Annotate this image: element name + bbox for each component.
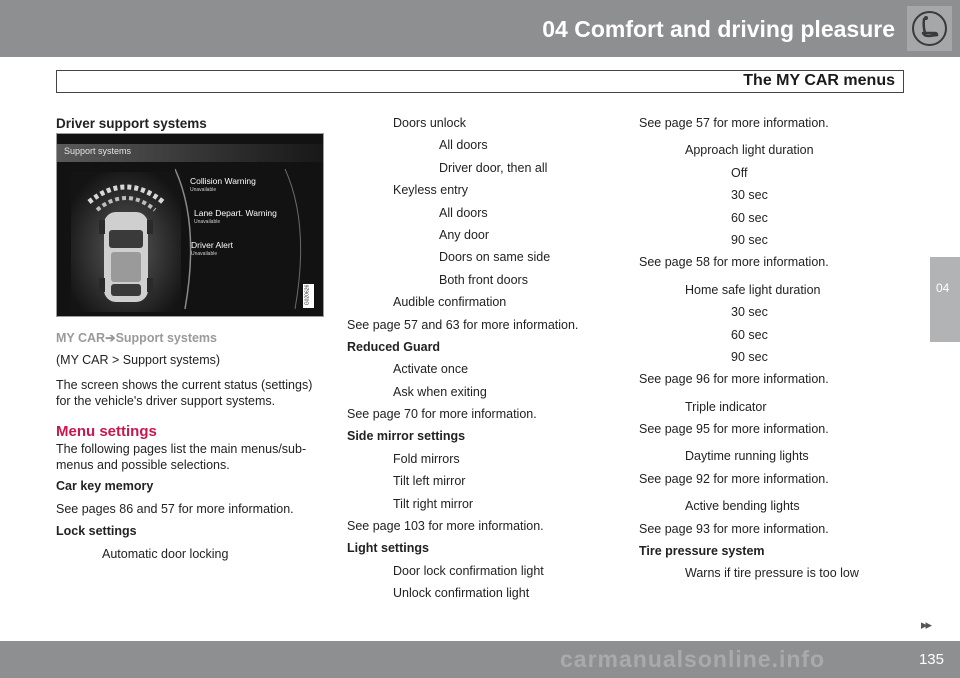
keyless-entry-item: Keyless entry [393,183,469,198]
car-key-ref: See pages 86 and 57 for more information… [56,501,294,516]
light-settings-heading: Light settings [347,541,429,556]
menu-path: MY CAR➔Support systems [56,327,326,349]
column-3: See page 57 for more information. Approa… [639,112,904,585]
chapter-title: 04 Comfort and driving pleasure [542,16,895,42]
lock-settings-heading: Lock settings [56,524,137,539]
chapter-tab: 04 [930,257,960,342]
home-90-option: 90 sec [731,349,768,364]
screen-status-collision-warning: Unavailable [190,187,217,193]
screen-title-bar: Support systems [57,144,323,162]
ask-exiting-option: Ask when exiting [393,384,487,399]
any-door-option: Any door [439,227,490,242]
approach-90-option: 90 sec [731,232,768,247]
figure-code: G020626 [303,284,314,308]
approach-light-item: Approach light duration [685,143,814,158]
ref-70: See page 70 for more information. [347,407,537,422]
driver-door-option: Driver door, then all [439,160,548,175]
menu-settings-heading: Menu settings [56,423,157,441]
screen-status-lane-depart-warning: Unavailable [194,219,221,225]
triple-indicator-item: Triple indicator [685,399,767,414]
tilt-left-item: Tilt left mirror [393,474,466,489]
ref-96: See page 96 for more information. [639,372,829,387]
keyless-all-doors-option: All doors [439,205,488,220]
car-key-heading: Car key memory [56,479,154,494]
seat-icon [907,6,952,51]
ref-103: See page 103 for more information. [347,519,544,534]
fold-mirrors-item: Fold mirrors [393,451,460,466]
auto-lock-item: Automatic door locking [102,546,229,561]
description-text: The screen shows the current status (set… [56,378,313,409]
car-top-view-icon [71,172,181,312]
section-title: The MY CAR menus [743,72,895,89]
double-chevron-right-icon: ▸▸ [921,617,932,632]
ref-95: See page 95 for more information. [639,422,829,437]
screen-item-driver-alert: Driver Alert [191,240,234,250]
both-front-option: Both front doors [439,272,528,287]
ref-57: See page 57 for more information. [639,116,829,130]
screen-status-driver-alert: Unavailable [191,251,218,257]
ref-92: See page 92 for more information. [639,471,829,486]
menu-path-suffix: Support systems [115,331,217,345]
approach-30-option: 30 sec [731,188,768,203]
header-bar: 04 Comfort and driving pleasure [0,0,960,57]
approach-60-option: 60 sec [731,210,768,225]
page-number: 135 [918,651,944,668]
approach-off-option: Off [731,165,748,180]
chapter-tab-label: 04 [936,281,950,295]
unlock-light-item: Unlock confirmation light [393,586,530,601]
same-side-option: Doors on same side [439,250,551,265]
figure-code-text: G020626 [304,284,311,306]
support-systems-screen: Support systems Collision Warning Unavai… [56,133,324,317]
door-lock-light-item: Door lock confirmation light [393,563,544,578]
reduced-guard-heading: Reduced Guard [347,339,441,354]
ref-57-63: See page 57 and 63 for more information. [347,317,579,332]
menu-path-prefix: MY CAR [56,331,106,345]
arrow-right-icon: ➔ [105,331,116,345]
audible-confirmation-item: Audible confirmation [393,295,507,310]
ref-93: See page 93 for more information. [639,521,829,536]
side-mirror-heading: Side mirror settings [347,429,466,444]
screen-item-lane-depart-warning: Lane Depart. Warning [194,208,277,218]
screen-item-collision-warning: Collision Warning [190,176,256,186]
home-60-option: 60 sec [731,327,768,342]
column-2: Doors unlock All doors Driver door, then… [347,112,622,605]
doors-unlock-item: Doors unlock [393,116,466,130]
activate-once-option: Activate once [393,362,469,377]
tire-warn-item: Warns if tire pressure is too low [685,566,859,581]
menu-path-plain: (MY CAR > Support systems) [56,353,221,367]
tire-pressure-heading: Tire pressure system [639,544,765,559]
section-title-box: The MY CAR menus [56,70,904,93]
daytime-lights-item: Daytime running lights [685,449,809,464]
active-bending-item: Active bending lights [685,499,800,514]
watermark: carmanualsonline.info [560,646,826,672]
column-1: Driver support systems Support systems C… [56,112,326,565]
home-30-option: 30 sec [731,305,768,320]
home-safe-item: Home safe light duration [685,282,821,297]
tilt-right-item: Tilt right mirror [393,496,474,511]
all-doors-option: All doors [439,138,488,153]
ref-58: See page 58 for more information. [639,255,829,270]
menu-intro-text: The following pages list the main menus/… [56,442,307,473]
screen-title: Support systems [64,146,132,156]
